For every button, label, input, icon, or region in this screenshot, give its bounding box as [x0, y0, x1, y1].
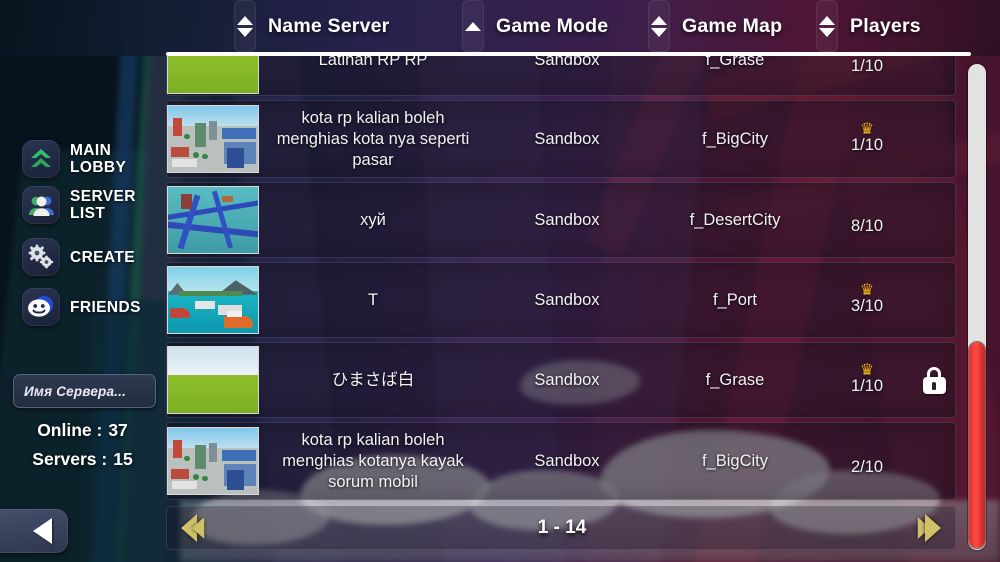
pagination-bar: 1 - 14 [166, 506, 956, 550]
sidebar-item-server-list[interactable]: SERVER LIST [22, 186, 136, 224]
sidebar-item-label: CREATE [70, 248, 135, 266]
sidebar-item-label: FRIENDS [70, 298, 141, 316]
vip-crown-icon: ♛ [859, 361, 875, 379]
server-game-map: f_Grase [705, 370, 765, 389]
server-name: ひまさば白 [331, 370, 415, 389]
server-players: ♛ 3/10 [823, 281, 911, 316]
server-game-mode: Sandbox [534, 129, 600, 148]
double-chevron-up-icon [22, 140, 60, 178]
triangle-left-icon [33, 518, 52, 544]
server-list-table[interactable]: Latihan RP RPSandboxf_Grase♛1/10kota rp … [166, 56, 956, 506]
server-row[interactable]: хуй Sandbox f_DesertCity ♛8/10 [166, 182, 956, 258]
servers-value: 15 [113, 449, 133, 469]
column-label: Name Server [268, 14, 390, 37]
online-label: Online : [37, 420, 103, 440]
server-name: kota rp kalian boleh menghias kotanya ka… [282, 430, 464, 491]
servers-count: Servers : 15 [0, 449, 165, 470]
server-players: ♛1/10 [823, 56, 911, 76]
search-placeholder: Имя Сервера... [24, 383, 127, 399]
server-row[interactable]: ひまさば白 Sandbox f_Grase ♛ 1/10 [166, 342, 956, 418]
people-icon [22, 186, 60, 224]
server-thumbnail [167, 186, 259, 254]
online-value: 37 [108, 420, 128, 440]
server-name: хуй [360, 210, 386, 229]
server-game-mode: Sandbox [534, 290, 600, 309]
search-input[interactable]: Имя Сервера... [13, 374, 156, 408]
server-game-map: f_BigCity [701, 451, 769, 470]
column-header-players[interactable]: Players [816, 0, 921, 52]
server-thumbnail [167, 266, 259, 334]
column-label: Game Mode [496, 14, 609, 37]
lock-icon [922, 366, 946, 394]
server-thumbnail [167, 105, 259, 173]
online-count: Online : 37 [0, 420, 165, 441]
server-game-mode: Sandbox [534, 451, 600, 470]
back-button[interactable] [0, 509, 68, 553]
sort-both-icon[interactable] [648, 0, 670, 52]
column-label: Players [850, 14, 921, 37]
server-browser-screen: MAIN LOBBY SERVER LIST CREATE FRIENDS Им… [0, 0, 1000, 562]
servers-label: Servers : [32, 449, 108, 469]
header-divider [166, 52, 971, 56]
server-game-mode: Sandbox [534, 210, 600, 229]
page-range-label: 1 - 14 [537, 517, 587, 538]
server-players: ♛8/10 [823, 205, 911, 236]
double-chevron-right-icon [925, 514, 941, 542]
smiley-face-icon [22, 288, 60, 326]
gears-icon [22, 238, 60, 276]
server-thumbnail [167, 427, 259, 495]
sidebar-item-label: SERVER LIST [70, 188, 136, 222]
prev-page-button[interactable] [181, 514, 206, 542]
player-count: 3/10 [850, 296, 884, 315]
column-header-game-map[interactable]: Game Map [648, 0, 782, 52]
vip-crown-icon: ♛ [859, 120, 875, 138]
server-game-map: f_Port [712, 290, 758, 309]
server-name: T [367, 290, 379, 309]
sidebar-item-main-lobby[interactable]: MAIN LOBBY [22, 140, 126, 178]
player-count: 1/10 [850, 376, 884, 395]
column-header-game-mode[interactable]: Game Mode [462, 0, 608, 52]
sort-both-icon[interactable] [816, 0, 838, 52]
column-label: Game Map [682, 14, 783, 37]
server-name: Latihan RP RP [318, 56, 428, 69]
sort-asc-icon[interactable] [462, 0, 484, 52]
server-players: ♛1/10 [823, 361, 911, 396]
sort-both-icon[interactable] [234, 0, 256, 52]
scrollbar-thumb[interactable] [969, 342, 985, 548]
sidebar: MAIN LOBBY SERVER LIST CREATE FRIENDS Им… [0, 0, 165, 562]
server-game-map: f_Grase [705, 56, 765, 69]
server-thumbnail [167, 56, 259, 94]
table-header: Name Server Game Mode Game Map Players [0, 0, 1000, 56]
server-players: ♛1/10 [823, 120, 911, 155]
column-header-name-server[interactable]: Name Server [234, 0, 389, 52]
server-game-map: f_BigCity [701, 129, 769, 148]
server-row[interactable]: kota rp kalian boleh menghias kota nya s… [166, 100, 956, 178]
vip-crown-icon: ♛ [859, 281, 875, 299]
player-count: 1/10 [850, 135, 884, 154]
sidebar-item-friends[interactable]: FRIENDS [22, 288, 141, 326]
sidebar-item-label: MAIN LOBBY [70, 142, 127, 176]
server-row[interactable]: T Sandbox f_Port ♛ 3/10 [166, 262, 956, 338]
scrollbar-track[interactable] [968, 64, 986, 550]
next-page-button[interactable] [916, 514, 941, 542]
server-game-mode: Sandbox [534, 56, 600, 69]
server-thumbnail [167, 346, 259, 414]
player-count: 1/10 [850, 56, 884, 75]
server-name: kota rp kalian boleh menghias kota nya s… [276, 108, 470, 169]
server-lock-cell [911, 366, 956, 394]
server-row[interactable]: kota rp kalian boleh menghias kotanya ka… [166, 422, 956, 500]
player-count: 2/10 [850, 457, 884, 476]
server-game-map: f_DesertCity [689, 210, 781, 229]
server-game-mode: Sandbox [534, 370, 600, 389]
server-row[interactable]: Latihan RP RP Sandbox f_Grase ♛1/10 [166, 56, 956, 96]
sidebar-item-create[interactable]: CREATE [22, 238, 135, 276]
player-count: 8/10 [850, 216, 884, 235]
server-players: ♛2/10 [823, 446, 911, 477]
